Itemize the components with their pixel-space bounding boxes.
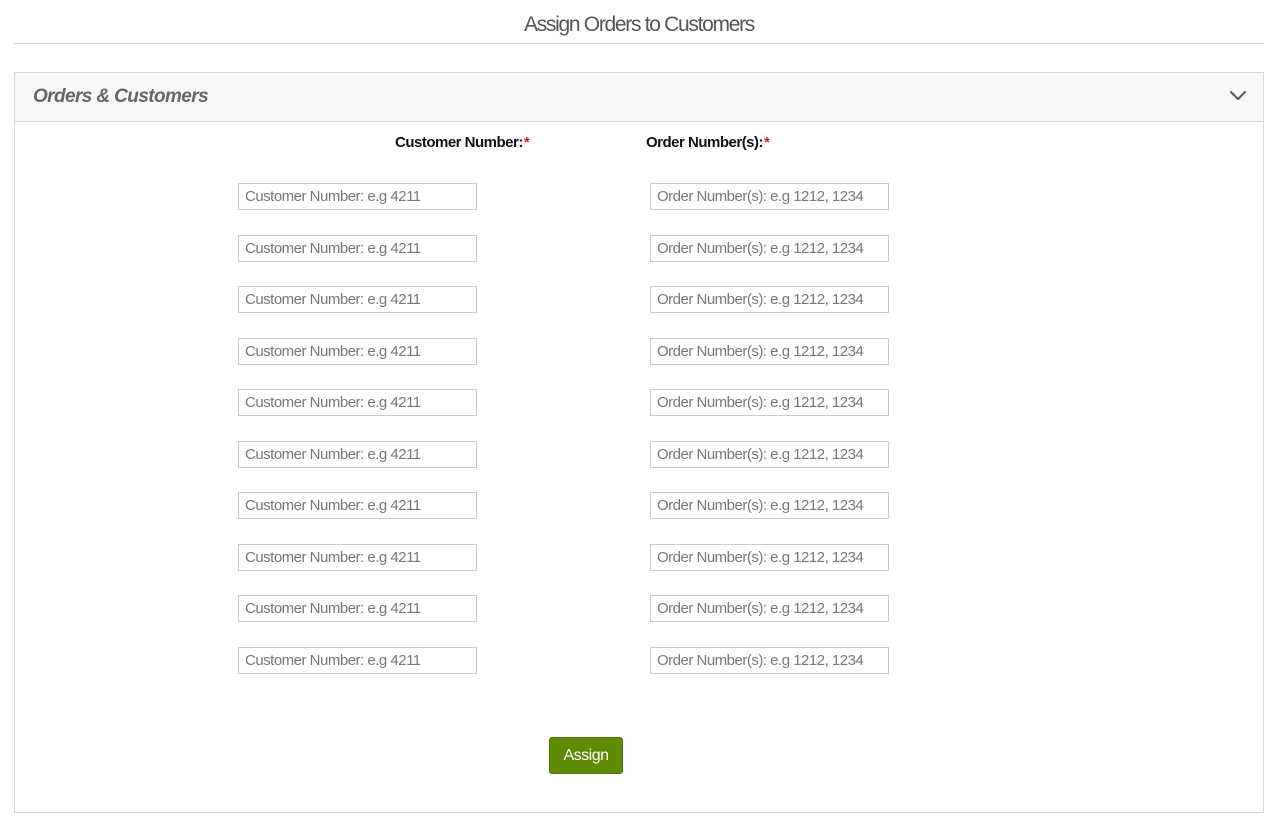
customer-number-input-5[interactable]: [238, 389, 477, 416]
required-marker: *: [523, 134, 530, 151]
customer-number-input-6[interactable]: [238, 441, 477, 468]
customer-number-label: Customer Number:*: [395, 134, 530, 151]
order-numbers-input-4[interactable]: [650, 338, 889, 365]
order-numbers-input-6[interactable]: [650, 441, 889, 468]
assign-button[interactable]: Assign: [549, 737, 623, 774]
chevron-down-icon[interactable]: [1229, 87, 1247, 105]
required-marker: *: [764, 134, 770, 151]
customer-number-label-text: Customer Number:: [395, 134, 523, 151]
order-numbers-label-text: Order Number(s):: [646, 134, 764, 151]
panel-heading[interactable]: Orders & Customers: [15, 73, 1263, 122]
customer-number-input-8[interactable]: [238, 544, 477, 571]
order-numbers-input-7[interactable]: [650, 492, 889, 519]
order-numbers-input-9[interactable]: [650, 595, 889, 622]
order-numbers-input-8[interactable]: [650, 544, 889, 571]
order-numbers-input-1[interactable]: [650, 183, 889, 210]
order-numbers-input-2[interactable]: [650, 235, 889, 262]
customer-number-input-10[interactable]: [238, 647, 477, 674]
order-numbers-label: Order Number(s):*: [646, 134, 770, 151]
page-header: Assign Orders to Customers: [14, 0, 1264, 44]
orders-customers-panel: Orders & Customers Customer Number:* Ord…: [14, 72, 1264, 813]
customer-number-input-3[interactable]: [238, 286, 477, 313]
customer-number-input-9[interactable]: [238, 595, 477, 622]
order-numbers-input-10[interactable]: [650, 647, 889, 674]
order-numbers-input-5[interactable]: [650, 389, 889, 416]
customer-number-input-2[interactable]: [238, 235, 477, 262]
page-title: Assign Orders to Customers: [524, 13, 755, 36]
order-numbers-input-3[interactable]: [650, 286, 889, 313]
customer-number-input-4[interactable]: [238, 338, 477, 365]
customer-number-input-7[interactable]: [238, 492, 477, 519]
customer-number-input-1[interactable]: [238, 183, 477, 210]
panel-title: Orders & Customers: [33, 86, 209, 107]
